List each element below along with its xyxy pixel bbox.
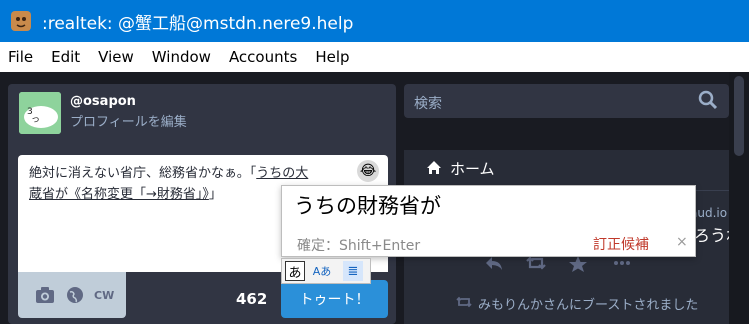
- app-icon: [11, 11, 31, 31]
- ime-candidate[interactable]: うちの財務省が: [294, 190, 441, 220]
- compose-text-composing: うちの大: [256, 166, 309, 181]
- ime-list-mode[interactable]: ≣: [343, 261, 363, 281]
- edit-profile-link[interactable]: プロフィールを編集: [70, 111, 187, 130]
- search-placeholder[interactable]: 検索: [414, 93, 442, 113]
- globe-icon[interactable]: [66, 286, 84, 304]
- window-title: :realtek: @蟹工船@mstdn.nere9.help: [42, 13, 354, 34]
- menu-help[interactable]: Help: [307, 48, 359, 66]
- home-column-title[interactable]: ホーム: [450, 158, 495, 179]
- avatar[interactable]: 3 っ: [19, 92, 61, 134]
- account-handle[interactable]: @osapon: [70, 94, 136, 109]
- menu-view[interactable]: View: [90, 48, 144, 66]
- search-icon[interactable]: [698, 90, 718, 110]
- svg-text:っ: っ: [31, 115, 40, 125]
- boosted-by-text[interactable]: みもりんかさんにブーストされました: [478, 294, 698, 313]
- menu-accounts[interactable]: Accounts: [221, 48, 307, 66]
- reply-icon[interactable]: [484, 255, 504, 271]
- home-icon: [427, 161, 441, 174]
- ime-convert-mode[interactable]: Aあ: [312, 261, 332, 281]
- ime-correction-candidates[interactable]: 訂正候補: [593, 234, 649, 254]
- compose-text: 絶対に消えない省庁、総務省かなぁ。「: [29, 166, 257, 181]
- emoji-picker-icon[interactable]: 😂: [357, 160, 379, 182]
- ime-hiragana-mode[interactable]: あ: [285, 261, 305, 281]
- content-warning-button[interactable]: CW: [94, 289, 114, 302]
- ime-close-icon[interactable]: ×: [676, 234, 688, 250]
- menu-file[interactable]: File: [0, 48, 43, 66]
- title-bar: :realtek: @蟹工船@mstdn.nere9.help: [0, 0, 749, 42]
- compose-text-composing-2: 蔵省が《名称変更「→財務省」》: [29, 187, 209, 202]
- camera-icon[interactable]: [35, 286, 55, 304]
- character-counter: 462: [236, 290, 268, 308]
- scrollbar-thumb[interactable]: [734, 76, 744, 156]
- ime-commit-hint: 確定：Shift+Enter: [297, 238, 421, 254]
- more-icon[interactable]: [612, 255, 632, 271]
- favourite-icon[interactable]: [568, 255, 588, 273]
- menu-bar: File Edit View Window Accounts Help: [0, 42, 749, 72]
- compose-text-tail: 」: [208, 187, 222, 202]
- menu-edit[interactable]: Edit: [43, 48, 90, 66]
- search-box[interactable]: [404, 84, 729, 118]
- toot-button[interactable]: トゥート！: [281, 280, 388, 318]
- boost-icon[interactable]: [526, 255, 546, 271]
- menu-window[interactable]: Window: [144, 48, 221, 66]
- boosted-by-icon: [456, 296, 472, 308]
